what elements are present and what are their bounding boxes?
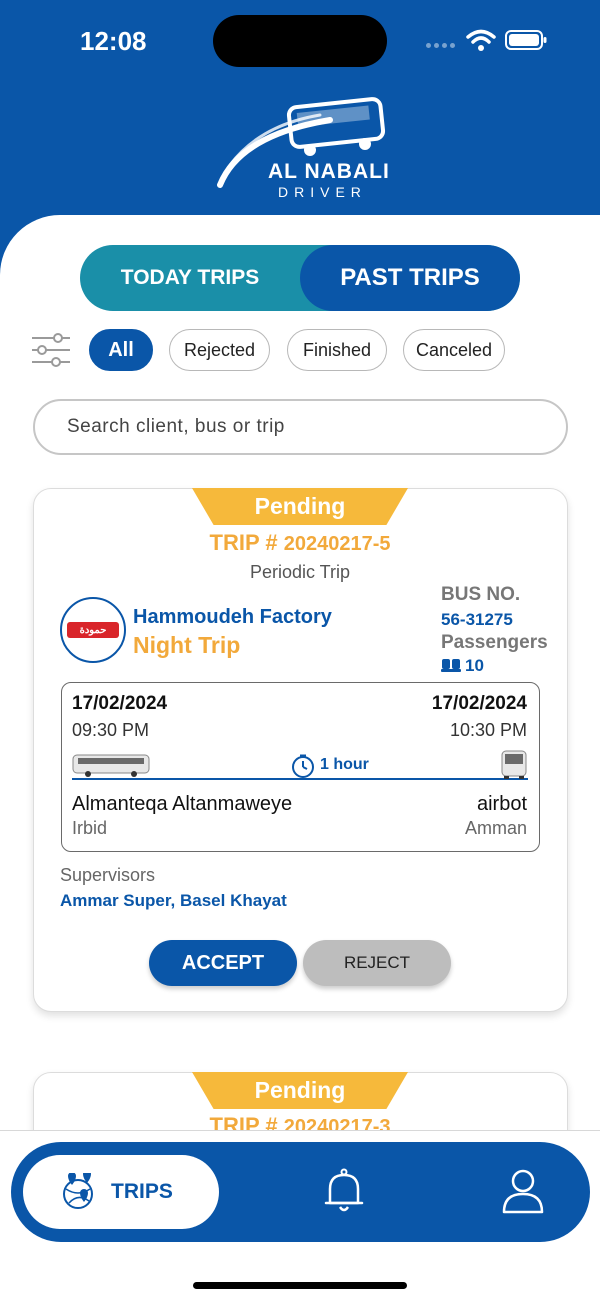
accept-button[interactable]: ACCEPT bbox=[149, 940, 297, 986]
trips-toggle: TODAY TRIPS PAST TRIPS bbox=[80, 245, 520, 311]
status-badge: Pending bbox=[192, 488, 408, 525]
search-input[interactable]: Search client, bus or trip bbox=[33, 399, 568, 455]
filter-sliders-icon[interactable] bbox=[30, 332, 72, 368]
nav-item-trips[interactable]: TRIPS bbox=[23, 1155, 219, 1229]
trip-number: TRIP # 20240217-5 bbox=[0, 530, 600, 556]
trip-prefix: TRIP # bbox=[209, 530, 278, 555]
nav-trips-label: TRIPS bbox=[111, 1180, 173, 1203]
bell-icon[interactable] bbox=[322, 1167, 366, 1215]
filter-chip-all[interactable]: All bbox=[89, 329, 153, 371]
wifi-icon bbox=[466, 29, 496, 51]
clock-icon bbox=[292, 754, 314, 778]
filter-chip-finished[interactable]: Finished bbox=[287, 329, 387, 371]
destination-city: Amman bbox=[464, 818, 527, 838]
bus-front-icon bbox=[501, 750, 527, 779]
reject-button[interactable]: REJECT bbox=[303, 940, 451, 986]
arrival-date: 17/02/2024 bbox=[431, 693, 527, 714]
bus-number: 56-31275 bbox=[441, 610, 513, 629]
destination-place: airbot bbox=[476, 793, 527, 815]
client-name: Hammoudeh Factory bbox=[133, 606, 332, 628]
route-line bbox=[72, 778, 528, 780]
user-profile-icon[interactable] bbox=[501, 1167, 545, 1215]
trip-type: Periodic Trip bbox=[249, 562, 351, 582]
dynamic-island bbox=[213, 15, 387, 67]
passengers-label: Passengers bbox=[441, 632, 548, 653]
bus-number-label: BUS NO. bbox=[441, 584, 521, 605]
tab-past-trips[interactable]: PAST TRIPS bbox=[300, 245, 520, 311]
trip-duration: 1 hour bbox=[320, 756, 369, 773]
origin-place: Almanteqa Altanmaweye bbox=[72, 793, 293, 815]
arrival-time: 10:30 PM bbox=[449, 720, 527, 740]
map-pin-globe-icon bbox=[63, 1173, 93, 1209]
cellular-signal-icon bbox=[426, 43, 455, 48]
client-logo: حمودة bbox=[60, 597, 126, 663]
trip-id-value: 20240217-5 bbox=[283, 533, 391, 555]
brand-name: AL NABALI bbox=[268, 160, 390, 183]
status-badge: Pending bbox=[192, 1072, 408, 1109]
seat-icon bbox=[441, 659, 461, 672]
passenger-count: 10 bbox=[465, 656, 484, 675]
filter-chip-canceled[interactable]: Canceled bbox=[403, 329, 505, 371]
tab-today-trips[interactable]: TODAY TRIPS bbox=[80, 245, 300, 311]
departure-date: 17/02/2024 bbox=[72, 693, 168, 714]
departure-time: 09:30 PM bbox=[72, 720, 150, 740]
filter-chip-rejected[interactable]: Rejected bbox=[169, 329, 270, 371]
trip-name: Night Trip bbox=[133, 632, 241, 658]
status-time: 12:08 bbox=[80, 26, 147, 56]
brand-subtitle: DRIVER bbox=[278, 184, 367, 200]
home-indicator bbox=[193, 1282, 407, 1289]
supervisors-names: Ammar Super, Basel Khayat bbox=[60, 891, 287, 910]
bus-side-icon bbox=[72, 754, 150, 777]
battery-icon bbox=[505, 30, 547, 50]
supervisors-label: Supervisors bbox=[60, 865, 156, 885]
origin-city: Irbid bbox=[72, 818, 108, 838]
